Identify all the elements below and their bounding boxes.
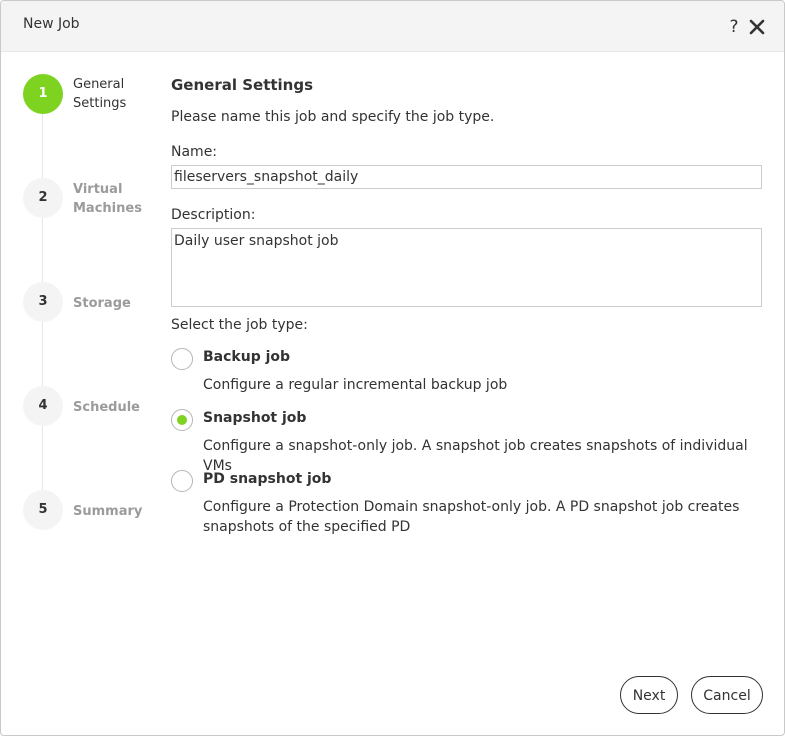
step-number: 5	[23, 490, 63, 530]
cancel-button[interactable]: Cancel	[691, 676, 763, 714]
pd-snapshot-job-radio[interactable]	[171, 470, 193, 492]
dialog-title: New Job	[23, 16, 80, 32]
step-number: 3	[23, 282, 63, 322]
dialog-titlebar: New Job ?	[1, 1, 784, 52]
step-label: Virtual Machines	[73, 182, 142, 216]
step-schedule[interactable]: 4 Schedule	[23, 386, 163, 436]
section-title: General Settings	[171, 76, 314, 94]
name-label: Name:	[171, 144, 218, 160]
step-storage[interactable]: 3 Storage	[23, 282, 163, 332]
name-input[interactable]: fileservers_snapshot_daily	[171, 165, 762, 189]
next-button[interactable]: Next	[620, 676, 678, 714]
new-job-dialog: New Job ? 1 General Settings 2 Virtual Mac…	[0, 0, 785, 736]
step-label: General Settings	[73, 77, 127, 111]
backup-job-radio[interactable]	[171, 348, 193, 370]
snapshot-job-radio[interactable]	[171, 409, 193, 431]
step-label: Storage	[73, 296, 131, 311]
radio-title: PD snapshot job	[203, 471, 332, 487]
radio-description: Configure a snapshot-only job. A snapsho…	[203, 438, 748, 474]
intro-text: Please name this job and specify the job…	[171, 109, 495, 125]
radio-description: Configure a regular incremental backup j…	[203, 377, 508, 393]
step-label: Summary	[73, 504, 143, 519]
step-number: 2	[23, 178, 63, 218]
step-number: 4	[23, 386, 63, 426]
job-type-label: Select the job type:	[171, 317, 308, 333]
description-textarea[interactable]: Daily user snapshot job	[171, 228, 762, 307]
radio-title: Backup job	[203, 349, 291, 365]
close-icon[interactable]	[749, 19, 765, 35]
step-summary[interactable]: 5 Summary	[23, 490, 163, 540]
step-number: 1	[23, 74, 63, 114]
description-label: Description:	[171, 207, 256, 223]
step-label: Schedule	[73, 400, 140, 415]
wizard-steps: 1 General Settings 2 Virtual Machines 3 St…	[1, 52, 161, 552]
help-icon[interactable]: ?	[726, 17, 742, 37]
radio-description: Configure a Protection Domain snapshot-o…	[203, 499, 740, 535]
step-general-settings[interactable]: 1 General Settings	[23, 74, 163, 124]
step-virtual-machines[interactable]: 2 Virtual Machines	[23, 178, 163, 228]
radio-title: Snapshot job	[203, 410, 307, 426]
